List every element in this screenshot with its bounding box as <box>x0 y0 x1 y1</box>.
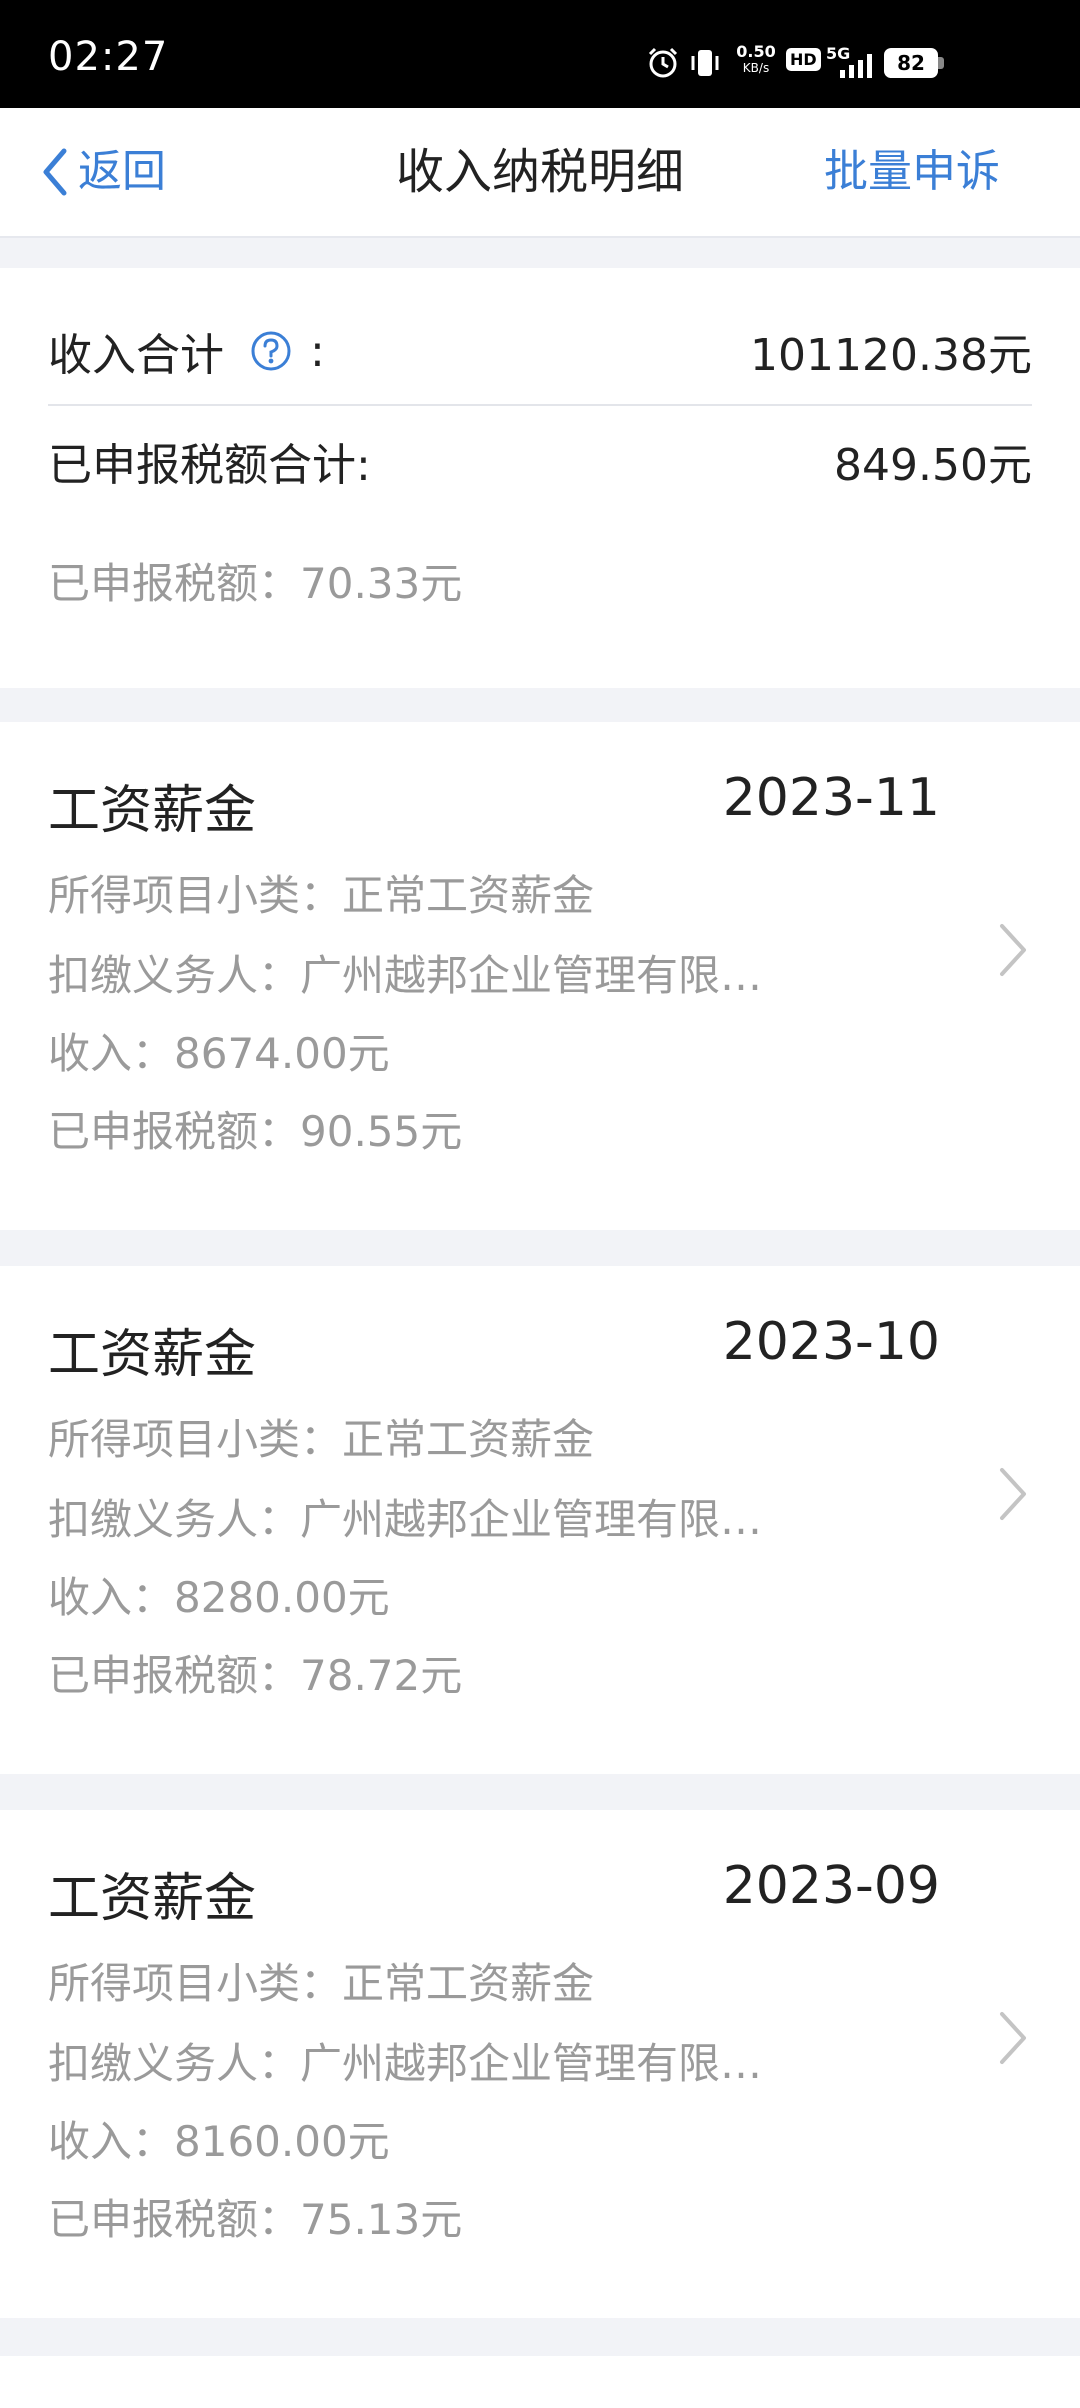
record-withholder: 扣缴义务人：广州越邦企业管理有限… <box>48 2039 763 2088</box>
record-period: 2023-10 <box>722 1312 940 1372</box>
record-period: 2023-11 <box>722 768 940 828</box>
income-total-colon: : <box>310 325 325 377</box>
tax-total-row: 已申报税额合计: 849.50元 <box>48 426 1032 496</box>
record-category: 工资薪金 <box>48 781 257 841</box>
nav-bar: 返回 收入纳税明细 批量申诉 <box>0 108 1080 238</box>
alarm-icon <box>648 47 678 78</box>
status-bar: 02:27 0.50 KB/s HD 5G 82 <box>0 0 1080 108</box>
hd-badge: HD <box>786 48 821 71</box>
record-period: 2023-09 <box>722 1856 940 1916</box>
vibrate-icon <box>691 50 719 76</box>
income-total-row: 收入合计 : 101120.38元 <box>48 316 1032 386</box>
record-withholder: 扣缴义务人：广州越邦企业管理有限… <box>48 1495 763 1544</box>
record-tax: 已申报税额：75.13元 <box>48 2195 463 2244</box>
status-time: 02:27 <box>48 34 169 80</box>
battery-tip <box>938 57 944 69</box>
signal-icon <box>840 54 872 78</box>
income-record-card[interactable]: 工资薪金 2023-09 所得项目小类：正常工资薪金 扣缴义务人：广州越邦企业管… <box>0 1810 1080 2318</box>
record-tax: 已申报税额：90.55元 <box>48 1107 463 1156</box>
income-record-card[interactable]: 工资薪金 2023-11 所得项目小类：正常工资薪金 扣缴义务人：广州越邦企业管… <box>0 722 1080 1230</box>
chevron-right-icon <box>1000 924 1026 976</box>
income-record-card[interactable]: 工资薪金 2023-10 所得项目小类：正常工资薪金 扣缴义务人：广州越邦企业管… <box>0 1266 1080 1774</box>
network-speed: 0.50 KB/s <box>736 42 776 76</box>
record-income: 收入：8280.00元 <box>48 1573 390 1622</box>
income-record-card-partial[interactable] <box>0 2356 1080 2408</box>
extra-tax-line: 已申报税额：70.33元 <box>48 559 463 608</box>
income-total-value: 101120.38元 <box>750 330 1032 381</box>
help-icon[interactable] <box>250 330 292 372</box>
batch-appeal-button[interactable]: 批量申诉 <box>824 140 1000 204</box>
chevron-right-icon <box>1000 1468 1026 1520</box>
tax-total-value: 849.50元 <box>834 440 1032 491</box>
record-income: 收入：8160.00元 <box>48 2117 390 2166</box>
record-subcategory: 所得项目小类：正常工资薪金 <box>48 871 595 920</box>
divider <box>48 404 1032 406</box>
record-subcategory: 所得项目小类：正常工资薪金 <box>48 1415 595 1464</box>
record-category: 工资薪金 <box>48 1869 257 1929</box>
record-subcategory: 所得项目小类：正常工资薪金 <box>48 1959 595 2008</box>
income-total-label: 收入合计 <box>48 330 224 381</box>
chevron-right-icon <box>1000 2012 1026 2064</box>
record-category: 工资薪金 <box>48 1325 257 1385</box>
summary-card: 收入合计 : 101120.38元 已申报税额合计: 849.50元 已申报税额… <box>0 268 1080 688</box>
record-tax: 已申报税额：78.72元 <box>48 1651 463 1700</box>
record-income: 收入：8674.00元 <box>48 1029 390 1078</box>
battery-icon: 82 <box>884 48 938 78</box>
record-withholder: 扣缴义务人：广州越邦企业管理有限… <box>48 951 763 1000</box>
tax-total-label: 已申报税额合计: <box>48 440 371 491</box>
